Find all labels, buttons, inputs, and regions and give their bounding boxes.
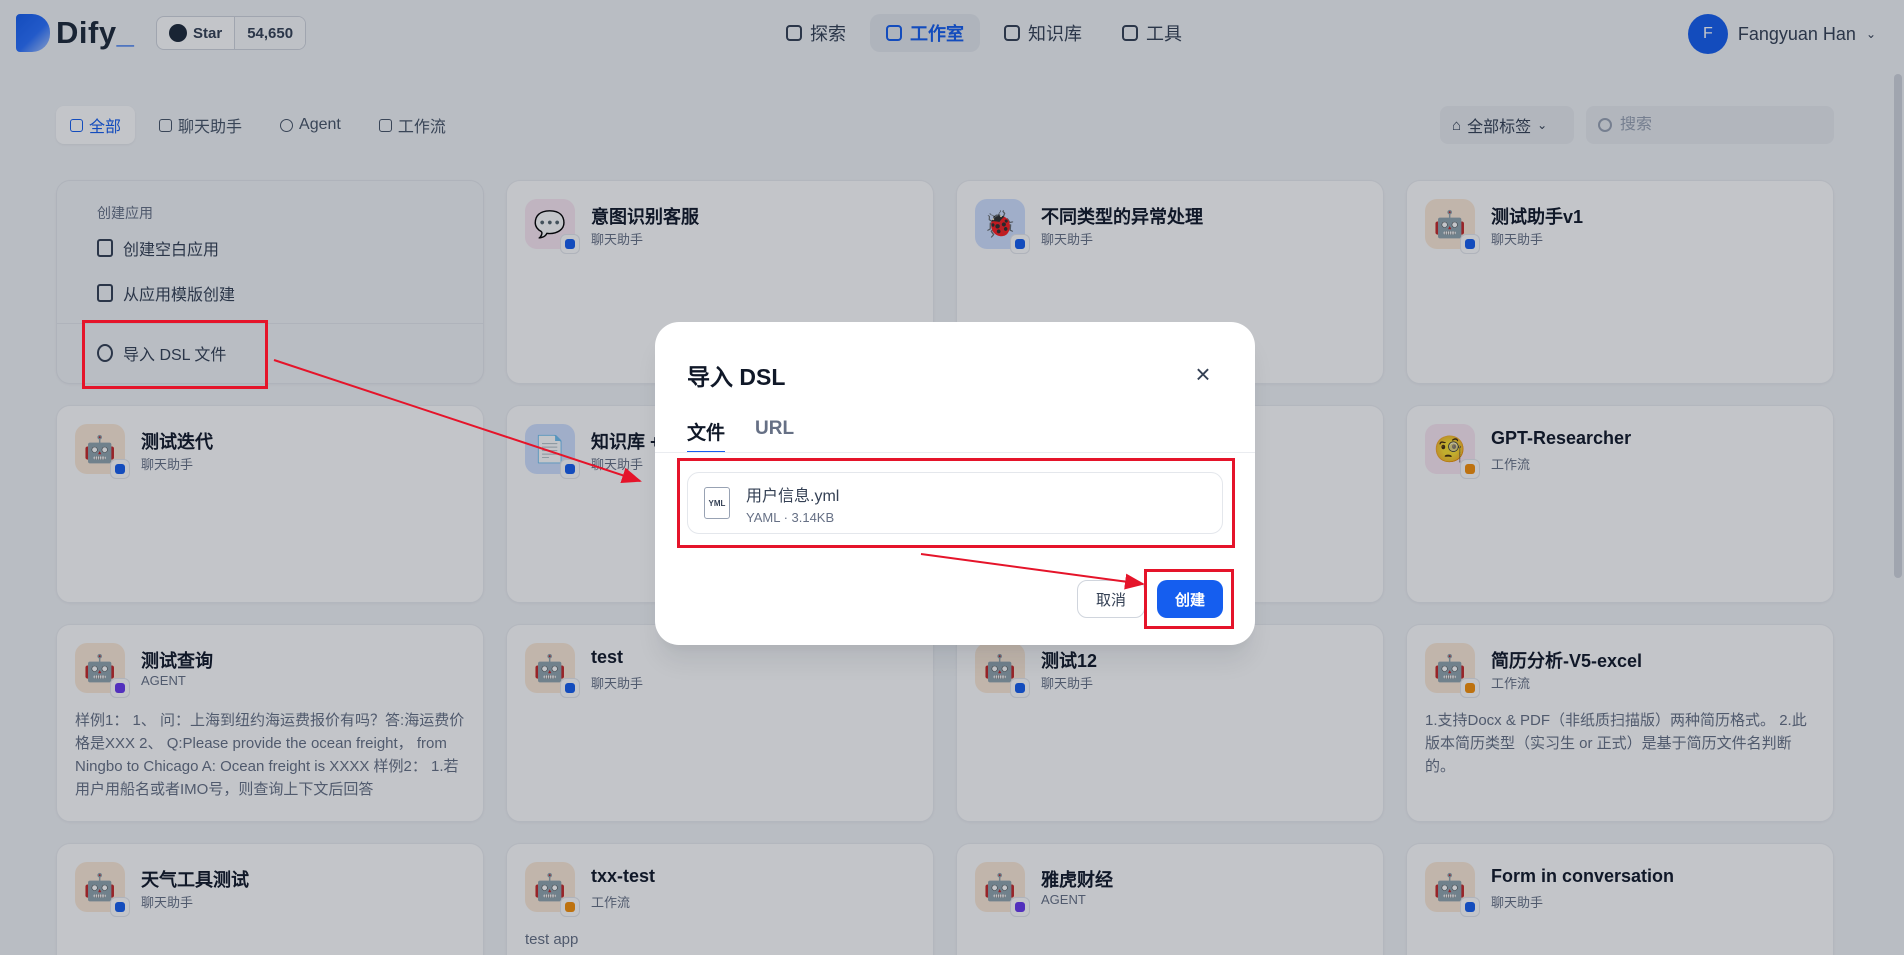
tabs-divider	[655, 452, 1255, 453]
file-name: 用户信息.yml	[746, 487, 840, 505]
uploaded-file[interactable]: YML 用户信息.yml YAML · 3.14KB	[687, 472, 1223, 534]
file-meta: YAML · 3.14KB	[746, 509, 835, 525]
yaml-file-icon: YML	[704, 487, 730, 519]
modal-title: 导入 DSL	[687, 364, 786, 390]
create-button[interactable]: 创建	[1157, 580, 1223, 618]
import-dsl-modal: 导入 DSL × 文件 URL YML 用户信息.yml YAML · 3.14…	[655, 322, 1255, 645]
cancel-button[interactable]: 取消	[1077, 580, 1145, 618]
tab-url[interactable]: URL	[755, 418, 794, 453]
tab-file[interactable]: 文件	[687, 418, 726, 453]
close-icon[interactable]: ×	[1187, 358, 1219, 390]
modal-tabs: 文件 URL	[687, 418, 794, 453]
